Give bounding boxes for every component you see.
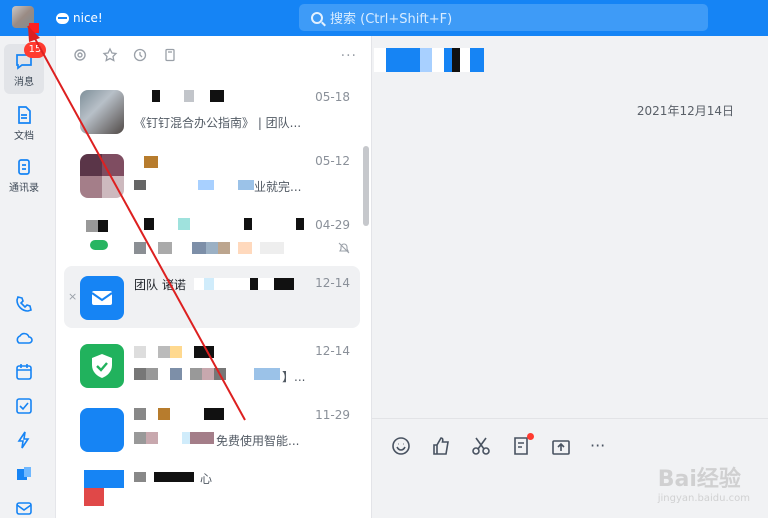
filter-tabs <box>56 36 371 74</box>
redacted-preview <box>134 180 254 190</box>
redacted-title <box>134 90 224 102</box>
redacted-title <box>134 346 214 358</box>
chat-header <box>372 36 768 92</box>
like-button[interactable] <box>430 435 452 457</box>
nav-documents[interactable]: 文档 <box>0 98 48 148</box>
contacts-icon <box>18 158 30 175</box>
redacted-title <box>144 156 158 168</box>
redacted-title <box>194 278 294 290</box>
conversation-preview: 《钉钉混合办公指南》 | 团队... <box>134 116 302 130</box>
nav-contacts[interactable]: 通讯录 <box>0 150 48 200</box>
message-date: 2021年12月14日 <box>636 104 734 118</box>
list-item[interactable]: 05-12 业就完... <box>56 144 360 208</box>
search-input[interactable]: 搜索 (Ctrl+Shift+F) <box>299 4 708 31</box>
more-options-icon[interactable]: ··· <box>341 48 357 64</box>
watermark-logo: Bai经验 jingyan.baidu.com <box>658 461 750 504</box>
conversation-time: 04-29 <box>315 218 350 232</box>
at-icon[interactable] <box>72 47 88 63</box>
cloud-icon[interactable] <box>14 328 34 348</box>
redacted-chat-title <box>374 48 484 72</box>
list-item[interactable]: 04-29 <box>56 208 360 272</box>
emoji-icon <box>392 437 410 455</box>
conversation-time: 12-14 <box>315 344 350 358</box>
phone-icon[interactable] <box>14 294 34 314</box>
conversation-list: ··· 05-18 《钉钉混合办公指南》 | 团队... 05-12 业就完..… <box>56 36 372 518</box>
scissors-icon <box>472 437 490 455</box>
conversation-time: 05-18 <box>315 90 350 104</box>
conversation-time: 05-12 <box>315 154 350 168</box>
more-tools-button[interactable]: ··· <box>590 435 612 457</box>
composer-toolbar: ··· <box>390 433 612 457</box>
conversation-avatar <box>84 470 124 506</box>
conversation-avatar <box>80 90 124 134</box>
conversation-time: 11-29 <box>315 408 350 422</box>
list-item[interactable]: 11-29 免费使用智能... <box>56 398 360 462</box>
list-item-active[interactable]: × 团队 诸诺 12-14 <box>64 266 360 328</box>
redacted-title <box>134 408 224 420</box>
conversation-preview: 心 <box>200 472 213 486</box>
left-navigation: 消息 15 文档 通讯录 <box>0 36 56 518</box>
mail-envelope-icon <box>91 291 113 305</box>
shield-check-icon <box>92 354 112 378</box>
note-add-button[interactable] <box>510 433 534 457</box>
redacted-preview <box>134 242 284 254</box>
calendar-icon[interactable] <box>14 362 34 382</box>
upload-icon <box>552 440 570 455</box>
status-message[interactable]: nice! <box>56 8 103 28</box>
lightning-icon[interactable] <box>14 430 34 450</box>
shield-avatar <box>80 344 124 388</box>
list-item[interactable]: 心 <box>56 460 360 518</box>
scrollbar[interactable] <box>363 146 369 226</box>
notification-dot <box>527 433 534 440</box>
thumbs-up-icon <box>433 437 449 455</box>
upload-button[interactable] <box>550 435 572 457</box>
redacted-title <box>134 218 304 230</box>
toggle-icon[interactable] <box>90 240 108 250</box>
status-text: nice! <box>73 11 103 25</box>
list-item[interactable]: 12-14 】... <box>56 334 360 398</box>
conversation-avatar <box>80 154 124 198</box>
emoji-button[interactable] <box>390 435 412 457</box>
search-placeholder: 搜索 (Ctrl+Shift+F) <box>330 12 453 27</box>
watermark-url: jingyan.baidu.com <box>657 493 750 504</box>
screenshot-button[interactable] <box>470 435 492 457</box>
redacted-title <box>134 472 194 482</box>
redacted-avatar <box>86 220 116 232</box>
check-icon[interactable] <box>14 396 34 416</box>
chat-area: 2021年12月14日 ··· <box>372 36 768 518</box>
status-chat-icon <box>56 12 69 24</box>
conversation-preview: 业就完... <box>254 180 302 194</box>
redacted-preview <box>134 432 214 444</box>
watermark-brand: Bai经验 <box>657 467 741 492</box>
list-item[interactable]: 05-18 《钉钉混合办公指南》 | 团队... <box>56 80 360 144</box>
conversation-title: 团队 诸诺 <box>134 278 186 292</box>
user-avatar[interactable] <box>12 6 39 33</box>
conversation-preview: 免费使用智能... <box>216 434 300 448</box>
team-mail-avatar <box>80 276 124 320</box>
app-icon[interactable] <box>14 464 34 484</box>
document-icon <box>18 105 31 124</box>
note-icon[interactable] <box>162 47 178 63</box>
search-icon <box>311 11 323 24</box>
redacted-preview <box>134 368 280 380</box>
conversation-avatar <box>80 408 124 452</box>
history-icon[interactable] <box>132 47 148 63</box>
unread-badge: 15 <box>24 42 46 58</box>
mail-icon[interactable] <box>14 498 34 518</box>
close-icon[interactable]: × <box>68 290 77 303</box>
conversation-time: 12-14 <box>315 276 350 290</box>
top-bar: nice! 搜索 (Ctrl+Shift+F) <box>0 0 768 36</box>
star-icon[interactable] <box>102 47 118 63</box>
mute-bell-icon <box>338 242 350 254</box>
conversation-preview: 】... <box>282 370 306 384</box>
